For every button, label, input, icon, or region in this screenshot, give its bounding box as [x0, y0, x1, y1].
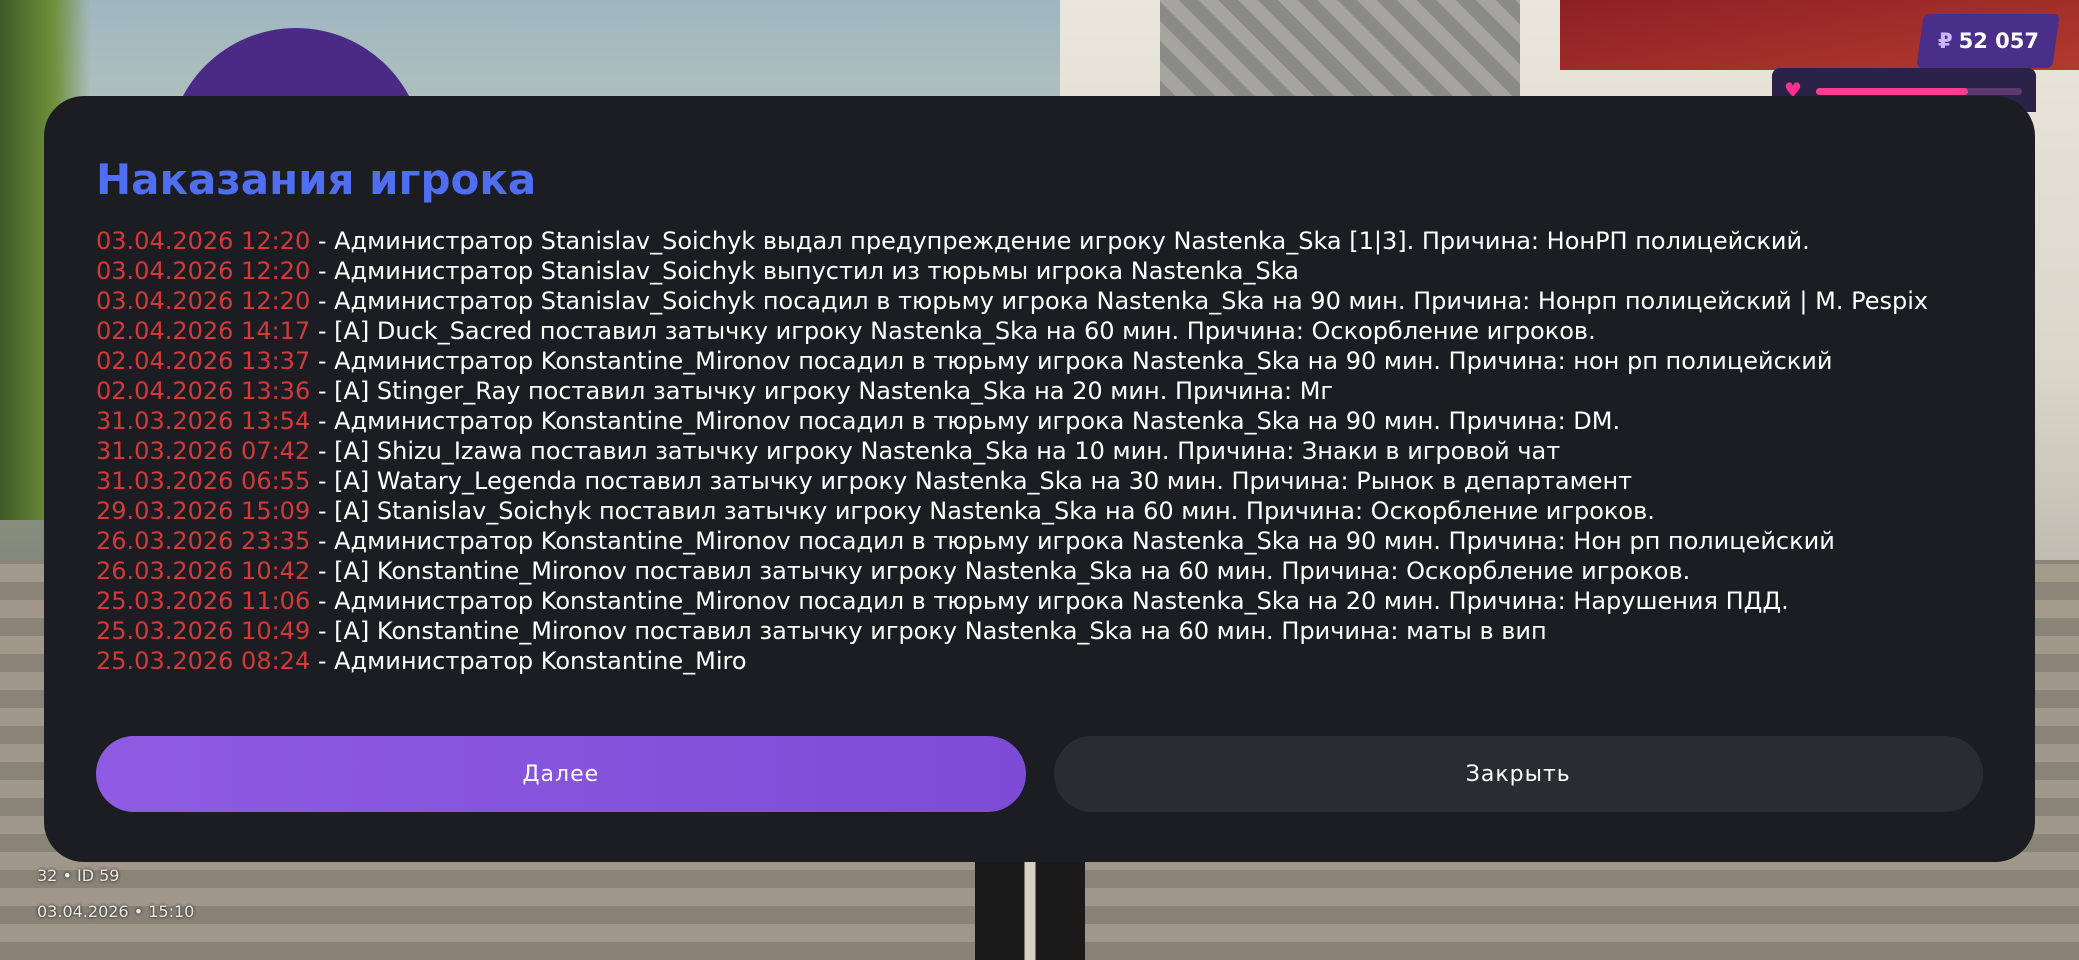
log-entry-text: - [A] Stinger_Ray поставил затычку игрок…	[310, 377, 1334, 405]
log-entry-text: - Администратор Stanislav_Soichyk посади…	[310, 287, 1929, 315]
log-entry-text: - [A] Konstantine_Mironov поставил затыч…	[310, 557, 1691, 585]
log-entry: 02.04.2026 14:17 - [A] Duck_Sacred поста…	[96, 316, 1983, 346]
log-entry-date: 26.03.2026 10:42	[96, 557, 311, 585]
log-entry-text: - Администратор Konstantine_Miro	[310, 647, 747, 675]
log-entry-date: 03.04.2026 12:20	[96, 257, 311, 285]
dialog-buttons: Далее Закрыть	[96, 736, 1983, 812]
money-amount: 52 057	[1958, 29, 2039, 53]
log-entry-date: 29.03.2026 15:09	[96, 497, 311, 525]
game-datetime: 03.04.2026 • 15:10	[37, 902, 195, 921]
log-entry-date: 25.03.2026 11:06	[96, 587, 311, 615]
money-badge: ₽ 52 057	[1916, 14, 2060, 68]
log-entry: 03.04.2026 12:20 - Администратор Stanisl…	[96, 286, 1983, 316]
next-button[interactable]: Далее	[96, 736, 1026, 812]
ruble-icon: ₽	[1937, 29, 1953, 53]
player-info: 32 • ID 59	[37, 866, 120, 885]
log-entry-date: 03.04.2026 12:20	[96, 227, 311, 255]
punishments-dialog: Наказания игрока 03.04.2026 12:20 - Адми…	[44, 96, 2035, 862]
dialog-title: Наказания игрока	[96, 155, 537, 204]
log-entry: 25.03.2026 10:49 - [A] Konstantine_Miron…	[96, 616, 1983, 646]
log-entry: 26.03.2026 10:42 - [A] Konstantine_Miron…	[96, 556, 1983, 586]
log-entry-text: - Администратор Konstantine_Mironov поса…	[310, 407, 1621, 435]
health-bar	[1816, 88, 2022, 95]
log-entry-date: 25.03.2026 10:49	[96, 617, 311, 645]
background-character	[975, 860, 1085, 960]
log-entry: 31.03.2026 06:55 - [A] Watary_Legenda по…	[96, 466, 1983, 496]
log-entry-date: 02.04.2026 14:17	[96, 317, 311, 345]
log-entry-date: 03.04.2026 12:20	[96, 287, 311, 315]
log-entry-date: 31.03.2026 06:55	[96, 467, 311, 495]
log-entry-date: 26.03.2026 23:35	[96, 527, 311, 555]
log-entry: 26.03.2026 23:35 - Администратор Konstan…	[96, 526, 1983, 556]
punishment-log[interactable]: 03.04.2026 12:20 - Администратор Stanisl…	[96, 226, 1983, 750]
log-entry-text: - [A] Shizu_Izawa поставил затычку игрок…	[310, 437, 1561, 465]
log-entry-text: - Администратор Stanislav_Soichyk выдал …	[310, 227, 1810, 255]
log-entry-text: - [A] Stanislav_Soichyk поставил затычку…	[310, 497, 1655, 525]
log-entry-text: - Администратор Konstantine_Mironov поса…	[310, 587, 1789, 615]
log-entry-date: 31.03.2026 07:42	[96, 437, 311, 465]
background-stone-wall	[1160, 0, 1520, 100]
log-entry: 31.03.2026 13:54 - Администратор Konstan…	[96, 406, 1983, 436]
log-entry: 02.04.2026 13:37 - Администратор Konstan…	[96, 346, 1983, 376]
health-bar-fill	[1816, 88, 1969, 95]
log-entry-text: - [A] Watary_Legenda поставил затычку иг…	[310, 467, 1633, 495]
log-entry-text: - Администратор Konstantine_Mironov поса…	[310, 347, 1833, 375]
log-entry: 31.03.2026 07:42 - [A] Shizu_Izawa поста…	[96, 436, 1983, 466]
log-entry-text: - [A] Konstantine_Mironov поставил затыч…	[310, 617, 1547, 645]
log-entry-date: 31.03.2026 13:54	[96, 407, 311, 435]
log-entry-text: - Администратор Stanislav_Soichyk выпуст…	[310, 257, 1299, 285]
log-entry-text: - Администратор Konstantine_Mironov поса…	[310, 527, 1835, 555]
log-entry: 03.04.2026 12:20 - Администратор Stanisl…	[96, 226, 1983, 256]
close-button[interactable]: Закрыть	[1053, 736, 1983, 812]
log-entry: 25.03.2026 08:24 - Администратор Konstan…	[96, 646, 1983, 676]
log-entry-date: 25.03.2026 08:24	[96, 647, 311, 675]
log-entry-date: 02.04.2026 13:37	[96, 347, 311, 375]
log-entry: 03.04.2026 12:20 - Администратор Stanisl…	[96, 256, 1983, 286]
log-entry: 25.03.2026 11:06 - Администратор Konstan…	[96, 586, 1983, 616]
log-entry-text: - [A] Duck_Sacred поставил затычку игрок…	[310, 317, 1596, 345]
log-entry: 29.03.2026 15:09 - [A] Stanislav_Soichyk…	[96, 496, 1983, 526]
log-entry: 02.04.2026 13:36 - [A] Stinger_Ray поста…	[96, 376, 1983, 406]
log-entry-date: 02.04.2026 13:36	[96, 377, 311, 405]
